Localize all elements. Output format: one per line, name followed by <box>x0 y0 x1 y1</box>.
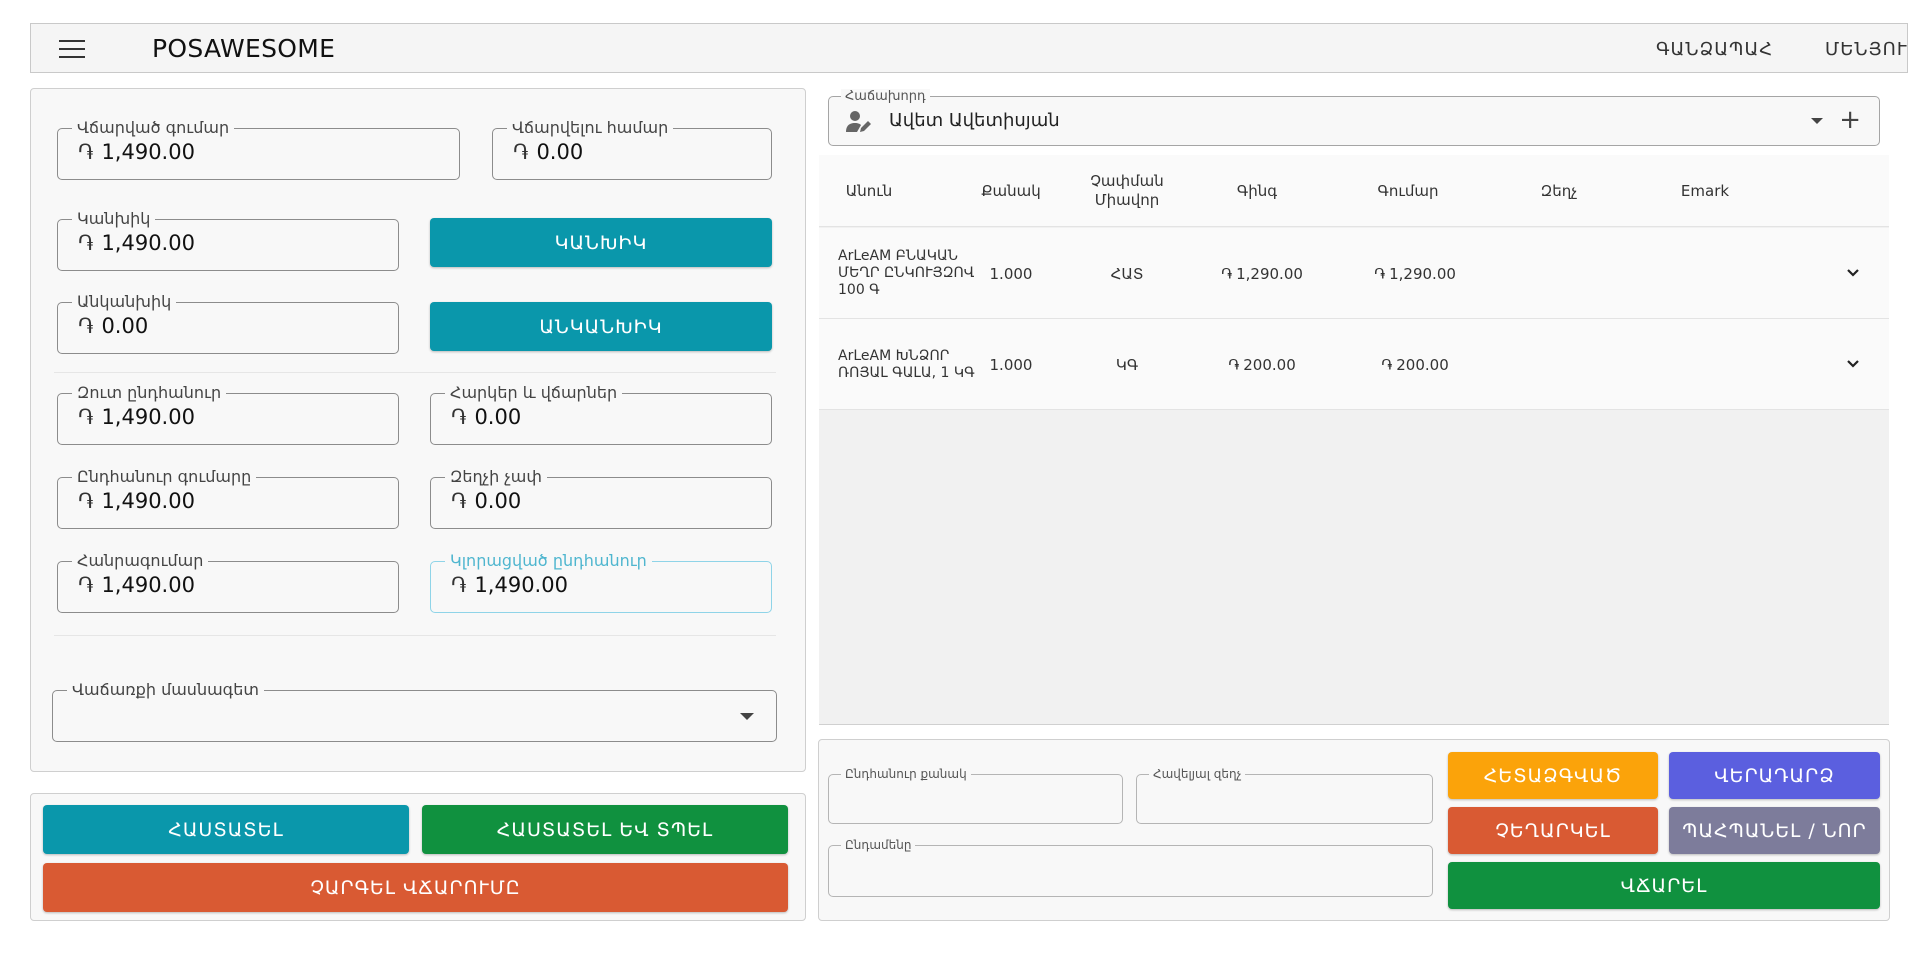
item-amount: ֏ 200.00 <box>1381 355 1449 374</box>
hold-button[interactable]: ՀԵՏԱՁԳՎԱԾ <box>1448 752 1658 799</box>
currency-symbol: ֏ <box>1374 264 1386 283</box>
currency-symbol: ֏ <box>1228 355 1240 374</box>
divider <box>54 372 776 373</box>
item-name: ArLeAM ԽՆՁՈՐ ՌՈՅԱԼ ԳԱԼԱ, 1 ԿԳ <box>838 347 975 381</box>
table-header: Անուն Քանակ Չափման Միավոր Գինգ Գումար Զե… <box>819 155 1889 227</box>
item-qty: 1.000 <box>989 355 1033 374</box>
cancel-payment-button[interactable]: ՉԱՐԳԵԼ ՎՃԱՐՈՒՄԸ <box>43 863 788 912</box>
save-new-button[interactable]: ՊԱՀՊԱՆԵԼ / ՆՈՐ <box>1669 807 1880 854</box>
col-uom[interactable]: Չափման Միավոր <box>1087 155 1167 227</box>
cash-amount-field[interactable]: Կանխիկ ֏ 1,490.00 <box>57 209 399 271</box>
dropdown-arrow-icon[interactable] <box>1811 118 1823 124</box>
discount-amount-field: Զեղչի չափ ֏ 0.00 <box>430 467 772 529</box>
pay-button[interactable]: ՎՃԱՐԵԼ <box>1448 862 1880 909</box>
currency-symbol: ֏ <box>78 140 94 164</box>
items-table: Անուն Քանակ Չափման Միավոր Գինգ Գումար Զե… <box>819 155 1889 725</box>
col-qty[interactable]: Քանակ <box>971 155 1051 227</box>
currency-symbol: ֏ <box>78 231 94 255</box>
nav-cashier[interactable]: ԳԱՆՁԱՊԱՀ <box>1656 39 1773 60</box>
expand-chevron-icon[interactable] <box>1846 359 1860 369</box>
cash-button[interactable]: ԿԱՆԽԻԿ <box>430 218 772 267</box>
item-amount: ֏ 1,290.00 <box>1374 264 1456 283</box>
col-emark[interactable]: Emark <box>1665 155 1745 227</box>
total-field: Հանրագումար ֏ 1,490.00 <box>57 551 399 613</box>
item-rate: ֏ 200.00 <box>1228 355 1296 374</box>
table-row[interactable]: ArLeAM ԽՆՁՈՐ ՌՈՅԱԼ ԳԱԼԱ, 1 ԿԳ 1.000 ԿԳ ֏… <box>819 319 1889 410</box>
expand-chevron-icon[interactable] <box>1846 268 1860 278</box>
currency-symbol: ֏ <box>1221 264 1233 283</box>
paid-amount-field[interactable]: Վճարված գումար ֏ 1,490.00 <box>57 118 460 180</box>
item-name: ArLeAM ԲՆԱԿԱՆ ՄԵՂՐ ԸՆԿՈՒՅԶՈՎ 100 Գ <box>838 248 975 298</box>
item-uom: ԿԳ <box>1115 355 1139 374</box>
currency-symbol: ֏ <box>451 405 467 429</box>
return-button[interactable]: ՎԵՐԱԴԱՐՁ <box>1669 752 1880 799</box>
currency-symbol: ֏ <box>78 489 94 513</box>
col-discount[interactable]: Զեղչ <box>1519 155 1599 227</box>
dropdown-arrow-icon[interactable] <box>740 713 754 720</box>
col-name[interactable]: Անուն <box>829 155 909 227</box>
to-pay-field[interactable]: Վճարվելու համար ֏ 0.00 <box>492 118 772 180</box>
customer-select[interactable]: Հաճախորդ Ավետ Ավետիսյան + <box>828 89 1880 146</box>
currency-symbol: ֏ <box>78 314 94 338</box>
currency-symbol: ֏ <box>513 140 529 164</box>
divider <box>54 635 776 636</box>
salesperson-select[interactable]: Վաճառքի մասնագետ <box>52 680 777 742</box>
posting-date-field[interactable]: Ընդամենը <box>828 838 1433 897</box>
cancel-button[interactable]: ՉԵՂԱՐԿԵԼ <box>1448 807 1658 854</box>
currency-symbol: ֏ <box>1381 355 1393 374</box>
col-rate[interactable]: Գինգ <box>1217 155 1297 227</box>
item-qty: 1.000 <box>989 264 1033 283</box>
currency-symbol: ֏ <box>451 573 467 597</box>
noncash-amount-field[interactable]: Անկանխիկ ֏ 0.00 <box>57 292 399 354</box>
col-amount[interactable]: Գումար <box>1363 155 1453 227</box>
rounded-total-field: Կլորացված ընդհանուր ֏ 1,490.00 <box>430 551 772 613</box>
person-edit-icon <box>846 111 871 132</box>
app-brand: POSAWESOME <box>152 34 336 63</box>
grand-total-field: Ընդհանուր գումարը ֏ 1,490.00 <box>57 467 399 529</box>
top-app-bar: POSAWESOME ԳԱՆՁԱՊԱՀ ՄԵՆՅՈՒ <box>30 23 1908 73</box>
total-qty-field: Ընդհանուր քանակ <box>828 767 1123 824</box>
additional-discount-field[interactable]: Հավելյալ զեղչ <box>1136 767 1433 824</box>
net-total-field: Զուտ ընդհանուր ֏ 1,490.00 <box>57 383 399 445</box>
table-row[interactable]: ArLeAM ԲՆԱԿԱՆ ՄԵՂՐ ԸՆԿՈՒՅԶՈՎ 100 Գ 1.000… <box>819 228 1889 319</box>
taxes-field: Հարկեր և վճարներ ֏ 0.00 <box>430 383 772 445</box>
menu-icon[interactable] <box>59 38 87 60</box>
nav-menu[interactable]: ՄԵՆՅՈՒ <box>1825 39 1908 60</box>
item-rate: ֏ 1,290.00 <box>1221 264 1303 283</box>
item-uom: ՀԱՏ <box>1110 264 1144 283</box>
currency-symbol: ֏ <box>451 489 467 513</box>
currency-symbol: ֏ <box>78 573 94 597</box>
noncash-button[interactable]: ԱՆԿԱՆԽԻԿ <box>430 302 772 351</box>
currency-symbol: ֏ <box>78 405 94 429</box>
submit-and-print-button[interactable]: ՀԱՍՏԱՏԵԼ ԵՎ ՏՊԵԼ <box>422 805 788 854</box>
add-customer-icon[interactable]: + <box>1839 106 1861 134</box>
submit-button[interactable]: ՀԱՍՏԱՏԵԼ <box>43 805 409 854</box>
